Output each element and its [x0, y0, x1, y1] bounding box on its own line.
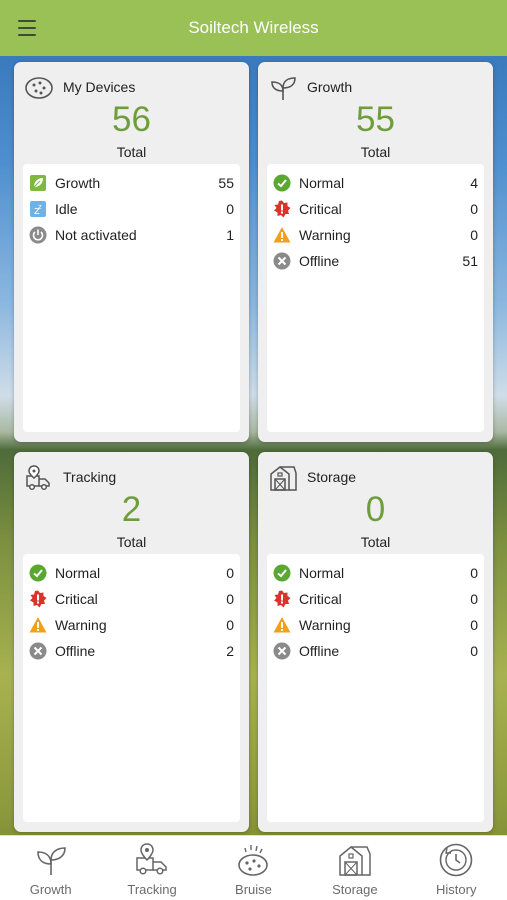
tab-tracking[interactable]: Tracking — [102, 836, 202, 897]
list-item: Normal 0 — [29, 560, 234, 586]
list-item: Critical 0 — [273, 586, 478, 612]
devices-icon — [25, 77, 53, 99]
total-label: Total — [360, 144, 391, 160]
power-icon — [29, 226, 47, 244]
svg-text:z: z — [38, 203, 42, 211]
app-header: Soiltech Wireless — [0, 0, 507, 56]
list-item: Offline 0 — [273, 638, 478, 664]
tab-growth[interactable]: Growth — [1, 836, 101, 897]
status-list: Normal 4 Critical 0 Warning 0 Offline 51 — [267, 164, 484, 432]
sprout-icon — [271, 77, 296, 100]
critical-icon — [273, 200, 291, 218]
list-item: Not activated 1 — [29, 222, 234, 248]
offline-icon — [273, 642, 291, 660]
tracking-card[interactable]: Tracking 2 Total Normal 0 Critical 0 War… — [14, 452, 249, 832]
menu-icon[interactable] — [18, 20, 36, 36]
bottom-tab-bar: Growth Tracking Bruise Storage History — [0, 835, 507, 900]
offline-icon — [29, 642, 47, 660]
potato-icon — [238, 845, 269, 876]
list-item: Critical 0 — [29, 586, 234, 612]
total-label: Total — [116, 144, 147, 160]
critical-icon — [273, 590, 291, 608]
status-list: Normal 0 Critical 0 Warning 0 Offline 2 — [23, 554, 240, 822]
app-title: Soiltech Wireless — [188, 18, 319, 37]
total-label: Total — [116, 534, 147, 550]
tab-storage[interactable]: Storage — [305, 836, 405, 897]
total-label: Total — [360, 534, 391, 550]
list-item: Growth 55 — [29, 170, 234, 196]
leaf-icon — [29, 174, 47, 192]
card-title: Growth — [307, 79, 353, 95]
list-item: Offline 2 — [29, 638, 234, 664]
status-list: Growth 55 zz Idle 0 Not activated 1 — [23, 164, 240, 432]
warning-icon — [29, 616, 47, 634]
check-circle-icon — [29, 564, 47, 582]
barn-icon — [339, 846, 371, 876]
total-count: 56 — [112, 100, 151, 139]
barn-icon — [270, 466, 297, 491]
total-count: 0 — [365, 490, 386, 529]
list-item: Warning 0 — [29, 612, 234, 638]
critical-icon — [29, 590, 47, 608]
check-circle-icon — [273, 564, 291, 582]
card-title: Storage — [307, 469, 357, 485]
list-item: Normal 0 — [273, 560, 478, 586]
list-item: Warning 0 — [273, 612, 478, 638]
offline-icon — [273, 252, 291, 270]
total-count: 2 — [121, 490, 142, 529]
sprout-icon — [36, 847, 66, 875]
total-count: 55 — [356, 100, 395, 139]
truck-icon — [26, 465, 50, 491]
tab-history[interactable]: History — [406, 836, 506, 897]
check-circle-icon — [273, 174, 291, 192]
list-item: zz Idle 0 — [29, 196, 234, 222]
tab-bruise[interactable]: Bruise — [203, 836, 303, 897]
list-item: Critical 0 — [273, 196, 478, 222]
warning-icon — [273, 226, 291, 244]
growth-card[interactable]: Growth 55 Total Normal 4 Critical 0 Warn… — [258, 62, 493, 442]
list-item: Offline 51 — [273, 248, 478, 274]
list-item: Normal 4 — [273, 170, 478, 196]
sleep-icon: zz — [29, 200, 47, 218]
history-icon — [439, 843, 473, 877]
truck-icon — [136, 843, 167, 875]
warning-icon — [273, 616, 291, 634]
card-title: My Devices — [63, 79, 136, 95]
my-devices-card[interactable]: My Devices 56 Total Growth 55 zz Idle 0 … — [14, 62, 249, 442]
storage-card[interactable]: Storage 0 Total Normal 0 Critical 0 Warn… — [258, 452, 493, 832]
card-title: Tracking — [63, 469, 117, 485]
status-list: Normal 0 Critical 0 Warning 0 Offline 0 — [267, 554, 484, 822]
list-item: Warning 0 — [273, 222, 478, 248]
